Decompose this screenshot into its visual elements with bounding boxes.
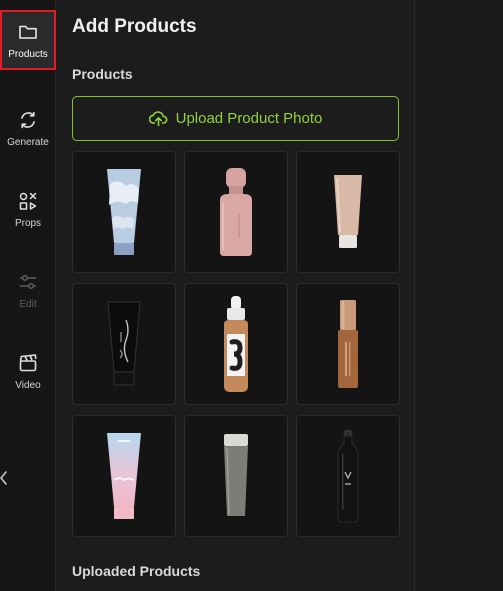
rail-item-label: Video [15,379,41,391]
rail-item-props[interactable]: Props [0,179,56,239]
refresh-icon [17,109,39,131]
rail-item-generate[interactable]: Generate [0,98,56,158]
rail-item-label: Generate [7,136,49,148]
chevron-left-icon[interactable] [0,466,10,490]
uploaded-products-section-label: Uploaded Products [72,563,201,579]
app-root: Products Generate Props Edit Video Add P… [0,0,503,591]
product-tile[interactable] [72,283,176,405]
shapes-icon [17,190,39,212]
upload-button-label: Upload Product Photo [175,110,323,127]
product-tile[interactable] [184,283,288,405]
rail-item-label: Props [14,217,42,229]
blue-cloud-tube-icon [107,169,141,255]
gray-tube-icon [224,434,248,516]
beige-tube-icon [334,175,362,248]
black-water-bottle-icon [337,430,359,523]
folder-icon [17,21,39,43]
panel-title: Add Products [72,16,197,37]
rail-item-products[interactable]: Products [0,10,56,70]
product-tile[interactable] [296,415,400,537]
product-tile[interactable] [184,151,288,273]
left-rail: Products Generate Props Edit Video [0,0,56,591]
upload-product-photo-button[interactable]: Upload Product Photo [72,96,399,141]
product-tile[interactable] [72,415,176,537]
clapperboard-icon [17,352,39,374]
black-tube-icon [107,301,141,386]
sliders-icon [17,271,39,293]
products-section-label: Products [72,66,133,82]
rail-item-label: Edit [19,298,37,310]
pastel-tube-icon [107,433,141,519]
cloud-upload-icon [148,110,168,127]
rail-item-video[interactable]: Video [0,341,56,401]
product-grid [72,151,400,537]
pink-bottle-icon [220,168,252,256]
dropper-bottle-icon [224,296,248,392]
add-products-panel: Add Products Products Upload Product Pho… [56,0,415,591]
product-tile[interactable] [72,151,176,273]
rail-item-label: Products [8,48,48,60]
product-tile[interactable] [184,415,288,537]
canvas-area [415,0,503,591]
product-tile[interactable] [296,151,400,273]
foundation-bottle-icon [338,300,358,388]
product-tile[interactable] [296,283,400,405]
rail-item-edit: Edit [0,260,56,320]
